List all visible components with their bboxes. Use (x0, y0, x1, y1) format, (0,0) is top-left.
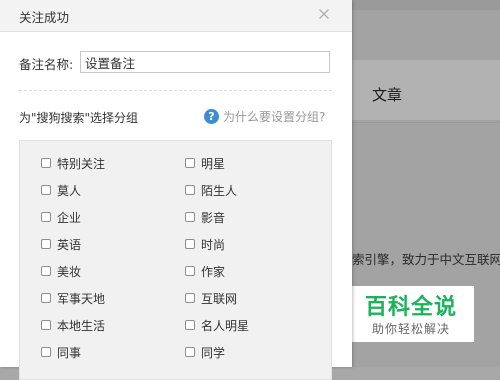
background-divider (352, 122, 500, 123)
group-option-军事天地[interactable]: 军事天地 (41, 290, 105, 306)
question-icon: ? (204, 108, 219, 124)
watermark-title: 百科全说 (365, 295, 458, 320)
checkbox[interactable] (185, 212, 195, 222)
group-option-美妆[interactable]: 美妆 (41, 263, 81, 279)
group-option-影音[interactable]: 影音 (185, 209, 225, 225)
why-group-help-link[interactable]: ? 为什么要设置分组? (204, 107, 325, 125)
checkbox[interactable] (185, 239, 195, 249)
group-option-莫人[interactable]: 莫人 (41, 182, 81, 198)
remark-label: 备注名称: (19, 57, 74, 72)
checkbox[interactable] (41, 293, 51, 303)
group-option-同事[interactable]: 同事 (41, 344, 81, 360)
checkbox[interactable] (185, 293, 195, 303)
group-option-企业[interactable]: 企业 (41, 209, 81, 225)
checkbox[interactable] (41, 158, 51, 168)
group-option-名人明星[interactable]: 名人明星 (185, 317, 249, 333)
checkbox[interactable] (41, 212, 51, 222)
group-option-本地生活[interactable]: 本地生活 (41, 317, 105, 333)
divider (19, 90, 332, 91)
checkbox[interactable] (185, 185, 195, 195)
checkbox[interactable] (185, 266, 195, 276)
background-snippet: 索引擎，致力于中文互联网信 (352, 252, 500, 267)
close-icon[interactable] (316, 6, 332, 22)
group-list: 特别关注 明星 莫人 陌生人 企业 影音 英语 时尚 美妆 作家 军事天地 互联… (19, 140, 332, 380)
checkbox[interactable] (41, 266, 51, 276)
checkbox[interactable] (41, 185, 51, 195)
checkbox[interactable] (185, 320, 195, 330)
background-top-band (352, 0, 500, 10)
checkbox[interactable] (185, 347, 195, 357)
checkbox[interactable] (41, 320, 51, 330)
checkbox[interactable] (41, 239, 51, 249)
group-option-同学[interactable]: 同学 (185, 344, 225, 360)
group-option-英语[interactable]: 英语 (41, 236, 81, 252)
group-option-特别关注[interactable]: 特别关注 (41, 155, 105, 171)
watermark-subtitle: 助你轻松解决 (372, 322, 451, 336)
group-option-时尚[interactable]: 时尚 (185, 236, 225, 252)
group-option-明星[interactable]: 明星 (185, 155, 225, 171)
dialog-header: 关注成功 (0, 0, 352, 32)
group-option-陌生人[interactable]: 陌生人 (185, 182, 237, 198)
group-select-label: 为"搜狗搜索"选择分组 (19, 111, 139, 125)
follow-success-dialog: 关注成功 备注名称: 为"搜狗搜索"选择分组 ? 为什么要设置分组? 特别关注 … (0, 0, 352, 380)
remark-input[interactable] (80, 51, 330, 73)
article-tab[interactable]: 文章 (372, 84, 402, 105)
dialog-title: 关注成功 (19, 10, 70, 25)
group-option-互联网[interactable]: 互联网 (185, 290, 237, 306)
checkbox[interactable] (41, 347, 51, 357)
help-text: 为什么要设置分组? (223, 109, 326, 124)
group-option-作家[interactable]: 作家 (185, 263, 225, 279)
checkbox[interactable] (185, 158, 195, 168)
